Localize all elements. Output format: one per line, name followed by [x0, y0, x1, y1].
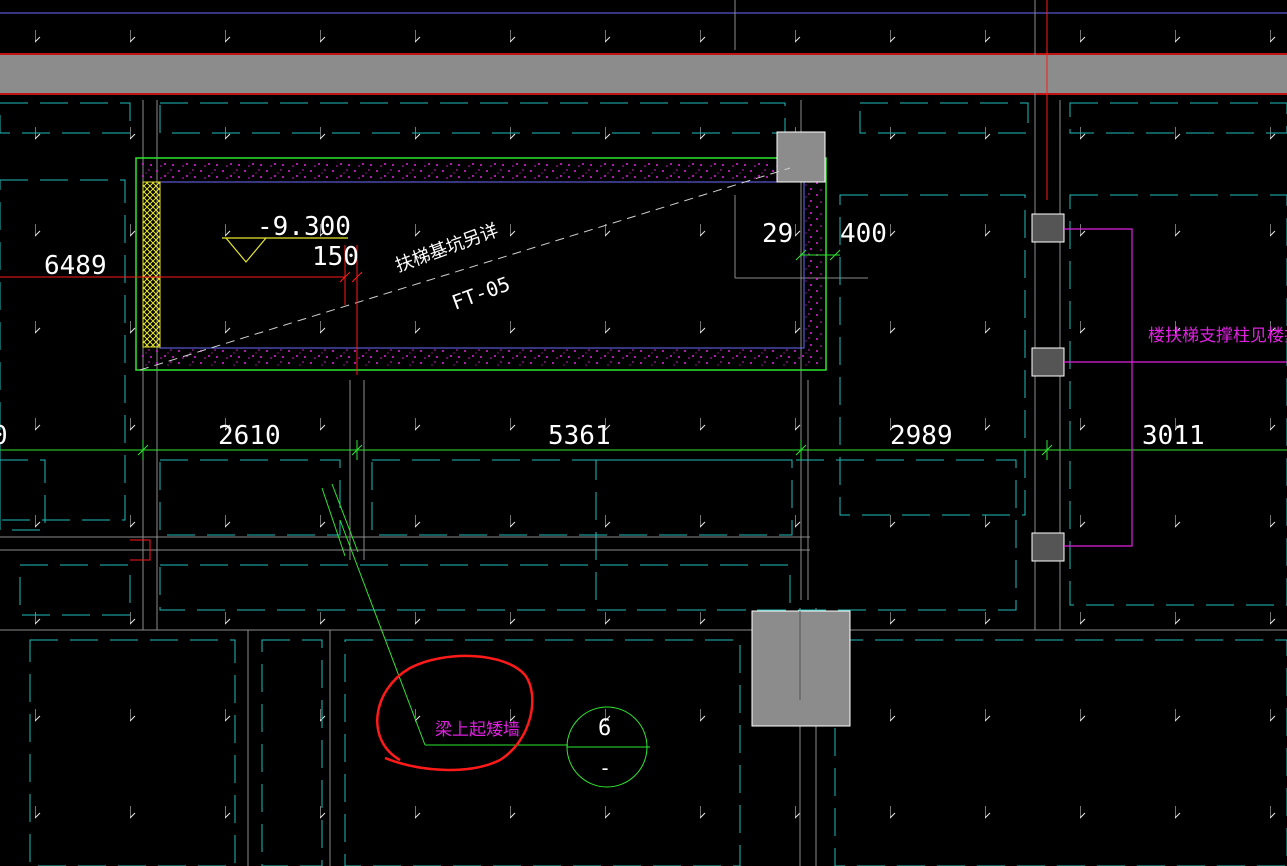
dim-2610: 2610 — [218, 421, 281, 451]
column-block — [751, 610, 851, 727]
dim-5361: 5361 — [548, 421, 611, 451]
elevation-label: -9.300 — [257, 212, 351, 242]
dim-3011: 3011 — [1142, 421, 1205, 451]
dim-150: 150 — [312, 242, 359, 272]
dim-400: 400 — [840, 219, 887, 249]
support-note: 楼扶梯支撑柱见楼扶梯 — [1148, 326, 1287, 346]
dim-29: 29 — [762, 219, 793, 249]
dim-partial-left: 0 — [0, 421, 8, 451]
beam-band — [0, 55, 1287, 93]
cad-drawing-canvas[interactable]: -9.300 6489 150 29 400 0 2610 — [0, 0, 1287, 866]
detail-sheet: - — [599, 756, 611, 780]
slab-load-arrow-field — [0, 0, 1287, 866]
callout-text: 梁上起矮墙 — [435, 720, 520, 740]
detail-number: 6 — [598, 716, 611, 741]
dim-left: 6489 — [44, 251, 107, 281]
dim-2989: 2989 — [890, 421, 953, 451]
